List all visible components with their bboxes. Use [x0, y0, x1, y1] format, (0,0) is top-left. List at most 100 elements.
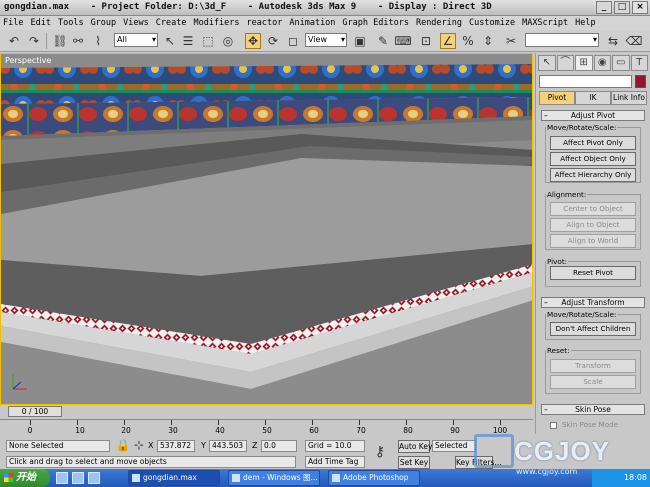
auto-key-button[interactable]: Auto Key	[398, 440, 432, 453]
link-info-subtab[interactable]: Link Info	[611, 91, 647, 105]
reference-coordinate-dropdown[interactable]: View	[305, 33, 347, 47]
keyboard-shortcut-toggle-icon[interactable]: ⌨	[394, 33, 411, 49]
menu-tools[interactable]: Tools	[58, 16, 84, 30]
ik-subtab[interactable]: IK	[575, 91, 611, 105]
motion-tab-icon[interactable]: ◉	[593, 55, 611, 71]
quicklaunch-desktop-icon[interactable]	[56, 472, 68, 484]
close-button[interactable]: ×	[632, 1, 648, 14]
minimize-button[interactable]: _	[596, 1, 612, 14]
named-selection-sets-dropdown[interactable]	[525, 33, 599, 47]
mirror-icon[interactable]: ⇆	[605, 33, 621, 49]
set-key-button[interactable]: Set Key	[398, 456, 430, 469]
edit-named-selection-icon[interactable]: ✂	[503, 33, 519, 49]
object-color-swatch[interactable]	[635, 75, 646, 88]
toolbar-separator	[46, 33, 47, 49]
modify-tab-icon[interactable]: ⌒	[556, 55, 574, 71]
bind-to-space-warp-icon[interactable]: ⌇	[90, 33, 106, 49]
lock-selection-icon[interactable]: 🔒	[115, 437, 131, 453]
task-3dsmax[interactable]: gongdian.max	[128, 470, 220, 486]
angle-snap-toggle-icon[interactable]: ∠	[440, 33, 456, 49]
spinner-snap-icon[interactable]: ⇕	[480, 33, 496, 49]
select-by-name-icon[interactable]: ☰	[180, 33, 196, 49]
use-pivot-center-icon[interactable]: ▣	[352, 33, 368, 49]
menu-maxscript[interactable]: MAXScript	[522, 16, 568, 30]
pivot-subtab[interactable]: Pivot	[539, 91, 575, 105]
quicklaunch-browser-icon[interactable]	[72, 472, 84, 484]
menu-modifiers[interactable]: Modifiers	[193, 16, 239, 30]
select-and-rotate-icon[interactable]: ⟳	[265, 33, 281, 49]
select-and-manipulate-icon[interactable]: ✎	[375, 33, 391, 49]
absolute-mode-icon[interactable]: ⊹	[131, 437, 147, 453]
unlink-icon[interactable]: ⚯	[70, 33, 86, 49]
percent-snap-icon[interactable]: %	[460, 33, 476, 49]
menu-animation[interactable]: Animation	[289, 16, 335, 30]
viewport-label[interactable]: Perspective	[5, 56, 51, 65]
ruler-label: 80	[403, 426, 413, 435]
menu-help[interactable]: Help	[575, 16, 595, 30]
key-mode-dropdown[interactable]: Selected	[432, 440, 476, 452]
y-coordinate-label: Y	[201, 441, 206, 450]
window-title: gongdian.max - Project Folder: D:\3d_F -…	[4, 2, 492, 12]
x-coordinate-field[interactable]: 537.872	[157, 440, 195, 452]
adjust-transform-rollout[interactable]: Adjust Transform	[541, 297, 645, 308]
select-and-move-icon[interactable]: ✥	[245, 33, 261, 49]
redo-icon[interactable]: ↷	[26, 33, 42, 49]
selection-filter-dropdown[interactable]: All	[114, 33, 158, 47]
menu-group[interactable]: Group	[91, 16, 117, 30]
time-slider-thumb[interactable]: 0 / 100	[8, 406, 62, 417]
add-time-tag-button[interactable]: Add Time Tag	[305, 456, 365, 468]
x-coordinate-label: X	[148, 441, 154, 450]
task-photoshop[interactable]: Adobe Photoshop	[328, 470, 420, 486]
menu-edit[interactable]: Edit	[30, 16, 50, 30]
key-filters-button[interactable]: Key Filters...	[455, 456, 502, 469]
rectangular-selection-icon[interactable]: ⬚	[200, 33, 216, 49]
menu-graph-editors[interactable]: Graph Editors	[342, 16, 409, 30]
affect-pivot-only-button[interactable]: Affect Pivot Only	[550, 136, 636, 150]
ruler-label: 40	[215, 426, 225, 435]
hierarchy-tab-icon[interactable]: ⊞	[575, 55, 593, 71]
select-and-link-icon[interactable]: ⛓	[52, 33, 68, 49]
menu-customize[interactable]: Customize	[469, 16, 515, 30]
menu-reactor[interactable]: reactor	[247, 16, 283, 30]
task-explorer[interactable]: dem - Windows 图...	[228, 470, 320, 486]
adjust-pivot-rollout[interactable]: Adjust Pivot	[541, 110, 645, 121]
skin-pose-mode-checkbox[interactable]	[550, 422, 557, 429]
menu-create[interactable]: Create	[156, 16, 187, 30]
track-bar[interactable]: 0 10 20 30 40 50 60 70 80 90 100	[0, 419, 533, 436]
pivot-label: Pivot:	[546, 257, 569, 266]
maximize-button[interactable]: □	[614, 1, 630, 14]
utilities-tab-icon[interactable]: T	[630, 55, 648, 71]
object-name-field[interactable]	[539, 75, 632, 88]
menu-rendering[interactable]: Rendering	[416, 16, 462, 30]
y-coordinate-field[interactable]: 443.503	[209, 440, 247, 452]
snaps-toggle-icon[interactable]: ⊡	[418, 33, 434, 49]
affect-hierarchy-only-button[interactable]: Affect Hierarchy Only	[550, 168, 636, 182]
set-key-icon[interactable]: ⚷	[372, 444, 388, 460]
reset-transform-button[interactable]: Transform	[550, 359, 636, 373]
skin-pose-rollout[interactable]: Skin Pose	[541, 404, 645, 415]
reset-scale-button[interactable]: Scale	[550, 375, 636, 389]
start-button[interactable]: 开始	[0, 469, 50, 487]
eraser-icon[interactable]: ⌫	[626, 33, 643, 49]
time-slider[interactable]: 0 / 100	[0, 406, 533, 418]
align-to-world-button[interactable]: Align to World	[550, 234, 636, 248]
undo-icon[interactable]: ↶	[6, 33, 22, 49]
reset-pivot-button[interactable]: Reset Pivot	[550, 266, 636, 280]
quicklaunch-media-icon[interactable]	[88, 472, 100, 484]
menu-views[interactable]: Views	[123, 16, 149, 30]
align-to-object-button[interactable]: Align to Object	[550, 218, 636, 232]
perspective-viewport[interactable]: Perspective	[0, 53, 533, 405]
select-and-scale-icon[interactable]: ◻	[285, 33, 301, 49]
select-object-icon[interactable]: ↖	[162, 33, 178, 49]
menu-file[interactable]: File	[3, 16, 23, 30]
window-crossing-icon[interactable]: ◎	[220, 33, 236, 49]
ruler-tick	[500, 420, 501, 425]
create-tab-icon[interactable]: ↖	[538, 55, 556, 71]
z-coordinate-field[interactable]: 0.0	[261, 440, 297, 452]
windows-flag-icon	[4, 473, 13, 482]
center-to-object-button[interactable]: Center to Object	[550, 202, 636, 216]
dont-affect-children-button[interactable]: Don't Affect Children	[550, 322, 636, 336]
selection-status: None Selected	[6, 440, 110, 452]
display-tab-icon[interactable]: ▭	[612, 55, 630, 71]
affect-object-only-button[interactable]: Affect Object Only	[550, 152, 636, 166]
